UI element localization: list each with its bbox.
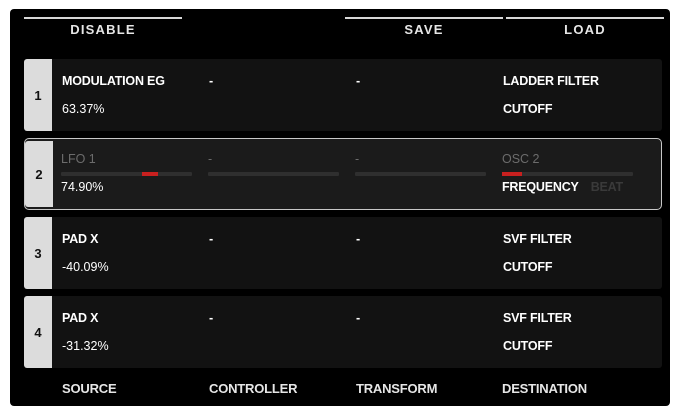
mod-slot-row-selected[interactable]: 2 LFO 1 74.90% - - OSC 2 FREQUENCY BEAT bbox=[24, 138, 662, 210]
transform-value: - bbox=[356, 232, 360, 246]
source-name: PAD X bbox=[62, 232, 99, 246]
disable-button[interactable]: DISABLE bbox=[24, 9, 182, 45]
source-amount-fill bbox=[142, 172, 158, 176]
controller-value: - bbox=[209, 74, 213, 88]
destination-name: SVF FILTER bbox=[503, 311, 572, 325]
mod-slot-row[interactable]: 3 PAD X -40.09% - - SVF FILTER CUTOFF bbox=[24, 217, 662, 289]
source-name: PAD X bbox=[62, 311, 99, 325]
destination-param-next: BEAT bbox=[590, 180, 624, 194]
save-button[interactable]: SAVE bbox=[345, 9, 503, 45]
transform-value: - bbox=[356, 311, 360, 325]
slot-number: 1 bbox=[24, 59, 52, 131]
controller-bar[interactable] bbox=[208, 172, 339, 176]
top-menu: DISABLE SAVE LOAD bbox=[10, 9, 670, 45]
load-button[interactable]: LOAD bbox=[506, 9, 664, 45]
transform-value: - bbox=[355, 152, 360, 166]
slot-number: 2 bbox=[25, 141, 53, 207]
destination-param-scroller[interactable]: FREQUENCY BEAT bbox=[502, 180, 623, 194]
column-footer: SOURCE CONTROLLER TRANSFORM DESTINATION bbox=[10, 379, 670, 401]
mod-slot-row[interactable]: 1 MODULATION EG 63.37% - - LADDER FILTER… bbox=[24, 59, 662, 131]
mod-slot-row[interactable]: 4 PAD X -31.32% - - SVF FILTER CUTOFF bbox=[24, 296, 662, 368]
slot-number: 4 bbox=[24, 296, 52, 368]
transform-bar[interactable] bbox=[355, 172, 486, 176]
amount-value: -40.09% bbox=[62, 260, 109, 274]
disable-indicator-line bbox=[24, 17, 182, 19]
destination-fill bbox=[502, 172, 522, 176]
load-indicator-line bbox=[506, 17, 664, 19]
amount-value: 63.37% bbox=[62, 102, 105, 116]
destination-column-label: DESTINATION bbox=[502, 381, 587, 396]
controller-column-label: CONTROLLER bbox=[209, 381, 298, 396]
destination-param: FREQUENCY bbox=[502, 180, 579, 194]
amount-value: -31.32% bbox=[62, 339, 109, 353]
destination-name: SVF FILTER bbox=[503, 232, 572, 246]
source-name: LFO 1 bbox=[61, 152, 96, 166]
load-label: LOAD bbox=[564, 22, 606, 37]
save-indicator-line bbox=[345, 17, 503, 19]
destination-param: CUTOFF bbox=[503, 260, 553, 274]
transform-value: - bbox=[356, 74, 360, 88]
transform-column-label: TRANSFORM bbox=[356, 381, 438, 396]
source-amount-bar[interactable] bbox=[61, 172, 192, 176]
source-name: MODULATION EG bbox=[62, 74, 165, 88]
controller-value: - bbox=[208, 152, 213, 166]
mod-matrix-screen: DISABLE SAVE LOAD 1 MODULATION EG 63.37%… bbox=[10, 9, 670, 406]
destination-name: LADDER FILTER bbox=[503, 74, 599, 88]
destination-param: CUTOFF bbox=[503, 339, 553, 353]
destination-bar[interactable] bbox=[502, 172, 633, 176]
controller-value: - bbox=[209, 311, 213, 325]
source-column-label: SOURCE bbox=[62, 381, 117, 396]
amount-value: 74.90% bbox=[61, 180, 104, 194]
destination-param: CUTOFF bbox=[503, 102, 553, 116]
disable-label: DISABLE bbox=[70, 22, 136, 37]
controller-value: - bbox=[209, 232, 213, 246]
slot-number: 3 bbox=[24, 217, 52, 289]
save-label: SAVE bbox=[404, 22, 444, 37]
destination-name: OSC 2 bbox=[502, 152, 540, 166]
